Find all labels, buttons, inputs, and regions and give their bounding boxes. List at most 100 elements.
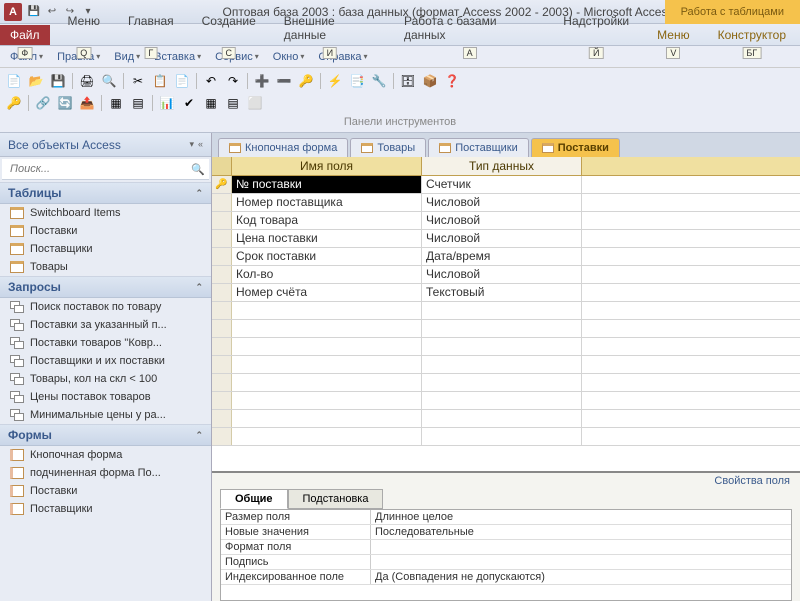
property-row[interactable]: Формат поля bbox=[221, 540, 791, 555]
prop-value[interactable]: Да (Совпадения не допускаются) bbox=[371, 570, 791, 584]
field-type-cell[interactable] bbox=[422, 356, 582, 373]
field-row[interactable]: Код товара Числовой bbox=[212, 212, 800, 230]
field-row[interactable]: 🔑 № поставки Счетчик bbox=[212, 176, 800, 194]
row-selector[interactable] bbox=[212, 374, 232, 391]
property-row[interactable]: Размер поляДлинное целое bbox=[221, 510, 791, 525]
ribbon-tab[interactable]: МенюQ bbox=[54, 11, 114, 45]
field-type-cell[interactable] bbox=[422, 410, 582, 427]
field-name-cell[interactable]: Цена поставки bbox=[232, 230, 422, 247]
field-type-cell[interactable]: Числовой bbox=[422, 212, 582, 229]
nav-item[interactable]: Поставщики bbox=[0, 500, 211, 518]
row-selector[interactable] bbox=[212, 248, 232, 265]
nav-item[interactable]: Минимальные цены у ра... bbox=[0, 406, 211, 424]
tb-check-icon[interactable]: ✔ bbox=[179, 93, 199, 113]
menu-item[interactable]: Вид▾ bbox=[108, 49, 146, 65]
document-tab[interactable]: Поставки bbox=[531, 138, 620, 157]
props-tab-general[interactable]: Общие bbox=[220, 489, 288, 509]
property-row[interactable]: Индексированное полеДа (Совпадения не до… bbox=[221, 570, 791, 585]
nav-item[interactable]: Поиск поставок по товару bbox=[0, 298, 211, 316]
field-row[interactable]: Номер счёта Текстовый bbox=[212, 284, 800, 302]
tb-cascade-icon[interactable]: ▦ bbox=[106, 93, 126, 113]
row-selector[interactable] bbox=[212, 338, 232, 355]
tb-delete-row-icon[interactable]: ➖ bbox=[274, 71, 294, 91]
field-type-cell[interactable] bbox=[422, 374, 582, 391]
tb-key2-icon[interactable]: 🔑 bbox=[4, 93, 24, 113]
search-icon[interactable]: 🔍 bbox=[191, 163, 205, 176]
field-type-cell[interactable]: Числовой bbox=[422, 266, 582, 283]
nav-item[interactable]: Кнопочная форма bbox=[0, 446, 211, 464]
nav-item[interactable]: Поставки товаров "Ковр... bbox=[0, 334, 211, 352]
field-name-cell[interactable] bbox=[232, 428, 422, 445]
field-name-cell[interactable]: № поставки bbox=[232, 176, 422, 193]
nav-item[interactable]: Товары bbox=[0, 258, 211, 276]
field-row-empty[interactable] bbox=[212, 320, 800, 338]
field-name-cell[interactable]: Кол-во bbox=[232, 266, 422, 283]
tb-tile2-icon[interactable]: ▤ bbox=[223, 93, 243, 113]
tb-link-icon[interactable]: 🔗 bbox=[33, 93, 53, 113]
field-row[interactable]: Кол-во Числовой bbox=[212, 266, 800, 284]
tb-paste-icon[interactable]: 📄 bbox=[172, 71, 192, 91]
field-name-cell[interactable]: Номер счёта bbox=[232, 284, 422, 301]
ribbon-tab[interactable]: НадстройкиЙ bbox=[549, 11, 643, 45]
tb-refresh-icon[interactable]: 🔄 bbox=[55, 93, 75, 113]
nav-item[interactable]: Switchboard Items bbox=[0, 204, 211, 222]
menu-item[interactable]: Справка▾ bbox=[312, 49, 373, 65]
field-name-header[interactable]: Имя поля bbox=[232, 157, 422, 175]
tb-object-icon[interactable]: 📦 bbox=[420, 71, 440, 91]
tb-open-icon[interactable]: 📂 bbox=[26, 71, 46, 91]
field-type-cell[interactable] bbox=[422, 338, 582, 355]
tb-preview-icon[interactable]: 🔍 bbox=[99, 71, 119, 91]
nav-group-header[interactable]: Запросы⌃ bbox=[0, 276, 211, 298]
tb-copy-icon[interactable]: 📋 bbox=[150, 71, 170, 91]
prop-value[interactable]: Длинное целое bbox=[371, 510, 791, 524]
field-name-cell[interactable] bbox=[232, 338, 422, 355]
nav-pane-header[interactable]: Все объекты Access ▾ « bbox=[0, 133, 211, 157]
field-row-empty[interactable] bbox=[212, 392, 800, 410]
row-selector[interactable] bbox=[212, 320, 232, 337]
field-row[interactable]: Цена поставки Числовой bbox=[212, 230, 800, 248]
tb-sheet-icon[interactable]: 📊 bbox=[157, 93, 177, 113]
row-selector[interactable] bbox=[212, 212, 232, 229]
tb-redo-icon[interactable]: ↷ bbox=[223, 71, 243, 91]
ribbon-tab[interactable]: ГлавнаяГ bbox=[114, 11, 188, 45]
selector-column-header[interactable] bbox=[212, 157, 232, 175]
tb-help-icon[interactable]: ❓ bbox=[442, 71, 462, 91]
field-type-header[interactable]: Тип данных bbox=[422, 157, 582, 175]
property-row[interactable]: Новые значенияПоследовательные bbox=[221, 525, 791, 540]
field-type-cell[interactable]: Счетчик bbox=[422, 176, 582, 193]
field-row-empty[interactable] bbox=[212, 302, 800, 320]
field-name-cell[interactable] bbox=[232, 410, 422, 427]
nav-item[interactable]: Поставки bbox=[0, 222, 211, 240]
field-type-cell[interactable]: Числовой bbox=[422, 194, 582, 211]
nav-item[interactable]: Поставщики bbox=[0, 240, 211, 258]
property-row[interactable]: Подпись bbox=[221, 555, 791, 570]
tb-key-icon[interactable]: 🔑 bbox=[296, 71, 316, 91]
row-selector[interactable] bbox=[212, 230, 232, 247]
row-selector[interactable] bbox=[212, 194, 232, 211]
search-input[interactable] bbox=[6, 161, 191, 177]
props-tab-lookup[interactable]: Подстановка bbox=[288, 489, 384, 509]
tb-cascade2-icon[interactable]: ▦ bbox=[201, 93, 221, 113]
tb-new-icon[interactable]: 📄 bbox=[4, 71, 24, 91]
field-type-cell[interactable] bbox=[422, 302, 582, 319]
field-name-cell[interactable] bbox=[232, 374, 422, 391]
tb-cut-icon[interactable]: ✂ bbox=[128, 71, 148, 91]
tb-tile-icon[interactable]: ▤ bbox=[128, 93, 148, 113]
field-type-cell[interactable]: Числовой bbox=[422, 230, 582, 247]
tb-undo-icon[interactable]: ↶ bbox=[201, 71, 221, 91]
row-selector[interactable]: 🔑 bbox=[212, 176, 232, 193]
row-selector[interactable] bbox=[212, 284, 232, 301]
nav-item[interactable]: Цены поставок товаров bbox=[0, 388, 211, 406]
nav-item[interactable]: Поставки bbox=[0, 482, 211, 500]
document-tab[interactable]: Товары bbox=[350, 138, 426, 157]
tb-db-icon[interactable]: 🗄 bbox=[398, 71, 418, 91]
document-tab[interactable]: Кнопочная форма bbox=[218, 138, 348, 157]
prop-value[interactable]: Последовательные bbox=[371, 525, 791, 539]
row-selector[interactable] bbox=[212, 302, 232, 319]
field-row[interactable]: Срок поставки Дата/время bbox=[212, 248, 800, 266]
field-name-cell[interactable]: Срок поставки bbox=[232, 248, 422, 265]
nav-item[interactable]: Поставщики и их поставки bbox=[0, 352, 211, 370]
ribbon-tab[interactable]: Работа с базами данныхА bbox=[390, 11, 549, 45]
field-name-cell[interactable] bbox=[232, 392, 422, 409]
field-name-cell[interactable]: Код товара bbox=[232, 212, 422, 229]
